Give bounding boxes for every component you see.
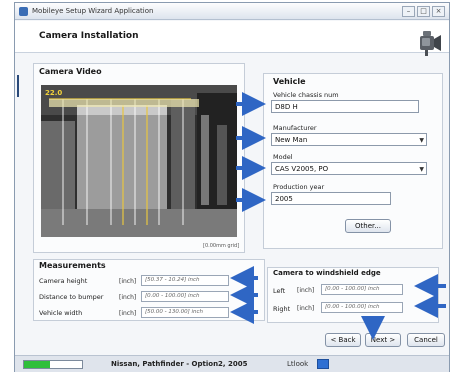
status-bar: Nissan, Pathfinder - Option2, 2005 Ltloo… <box>15 355 449 372</box>
next-button[interactable]: Next > <box>365 333 401 347</box>
manufacturer-label: Manufacturer <box>273 124 317 132</box>
chassis-label: Vehicle chassis num <box>273 91 339 99</box>
language-selector[interactable]: Ltlook <box>287 360 308 368</box>
left-accent <box>15 55 25 355</box>
vehicle-width-input[interactable]: [50.00 - 130.00] inch <box>141 307 229 318</box>
minimize-button[interactable]: – <box>402 6 415 17</box>
app-icon <box>19 6 28 16</box>
app-window: Mobileye Setup Wizard Application – □ × … <box>14 2 450 372</box>
distance-to-bumper-input[interactable]: [0.00 - 100.00] inch <box>141 291 229 302</box>
left-edge-unit: [inch] <box>297 287 315 294</box>
year-label: Production year <box>273 183 325 191</box>
chevron-down-icon: ▼ <box>419 137 424 144</box>
vehicle-width-unit: [inch] <box>119 310 137 317</box>
left-edge-label: Left <box>273 287 286 295</box>
video-caption: [0.00mm grid] <box>203 243 240 249</box>
chassis-field[interactable]: D8D H <box>271 100 419 113</box>
camera-video-title: Camera Video <box>39 67 102 76</box>
distance-to-bumper-label: Distance to bumper <box>39 293 104 301</box>
model-value: CAS V2005, PO <box>275 165 329 173</box>
window-controls: – □ × <box>402 6 445 17</box>
right-edge-label: Right <box>273 305 291 313</box>
close-button[interactable]: × <box>432 6 445 17</box>
window-title: Mobileye Setup Wizard Application <box>32 7 154 15</box>
right-edge-unit: [inch] <box>297 305 315 312</box>
distance-to-bumper-unit: [inch] <box>119 294 137 301</box>
vehicle-width-label: Vehicle width <box>39 309 83 317</box>
title-bar: Mobileye Setup Wizard Application – □ × <box>15 3 449 20</box>
flag-icon[interactable] <box>317 359 329 369</box>
back-button[interactable]: < Back <box>325 333 361 347</box>
other-button[interactable]: Other... <box>345 219 391 233</box>
maximize-button[interactable]: □ <box>417 6 430 17</box>
model-label: Model <box>273 153 293 161</box>
camera-height-unit: [inch] <box>119 278 137 285</box>
chevron-down-icon: ▼ <box>419 166 424 173</box>
progress-bar <box>23 360 83 369</box>
windshield-title: Camera to windshield edge <box>273 269 381 277</box>
accent-mark <box>17 75 19 97</box>
camera-height-input[interactable]: [50.37 - 10.24] inch <box>141 275 229 286</box>
model-select[interactable]: CAS V2005, PO ▼ <box>271 162 427 175</box>
vehicle-status-text: Nissan, Pathfinder - Option2, 2005 <box>111 360 248 368</box>
overlay-label: 22.0 <box>45 89 62 97</box>
measurements-title: Measurements <box>39 261 106 270</box>
right-edge-input[interactable]: [0.00 - 100.00] inch <box>321 302 403 313</box>
video-camera-icon <box>420 31 441 56</box>
vehicle-title: Vehicle <box>273 77 306 86</box>
progress-fill <box>24 361 51 368</box>
wizard-header: Camera Installation <box>15 21 449 56</box>
camera-height-label: Camera height <box>39 277 88 285</box>
video-frame: 22.0 <box>41 85 237 237</box>
manufacturer-select[interactable]: New Man ▼ <box>271 133 427 146</box>
manufacturer-value: New Man <box>275 136 308 144</box>
left-edge-input[interactable]: [0.00 - 100.00] inch <box>321 284 403 295</box>
page-title: Camera Installation <box>39 31 139 41</box>
cancel-button[interactable]: Cancel <box>407 333 445 347</box>
camera-video-feed[interactable]: 22.0 <box>41 85 237 237</box>
year-field[interactable]: 2005 <box>271 192 391 205</box>
